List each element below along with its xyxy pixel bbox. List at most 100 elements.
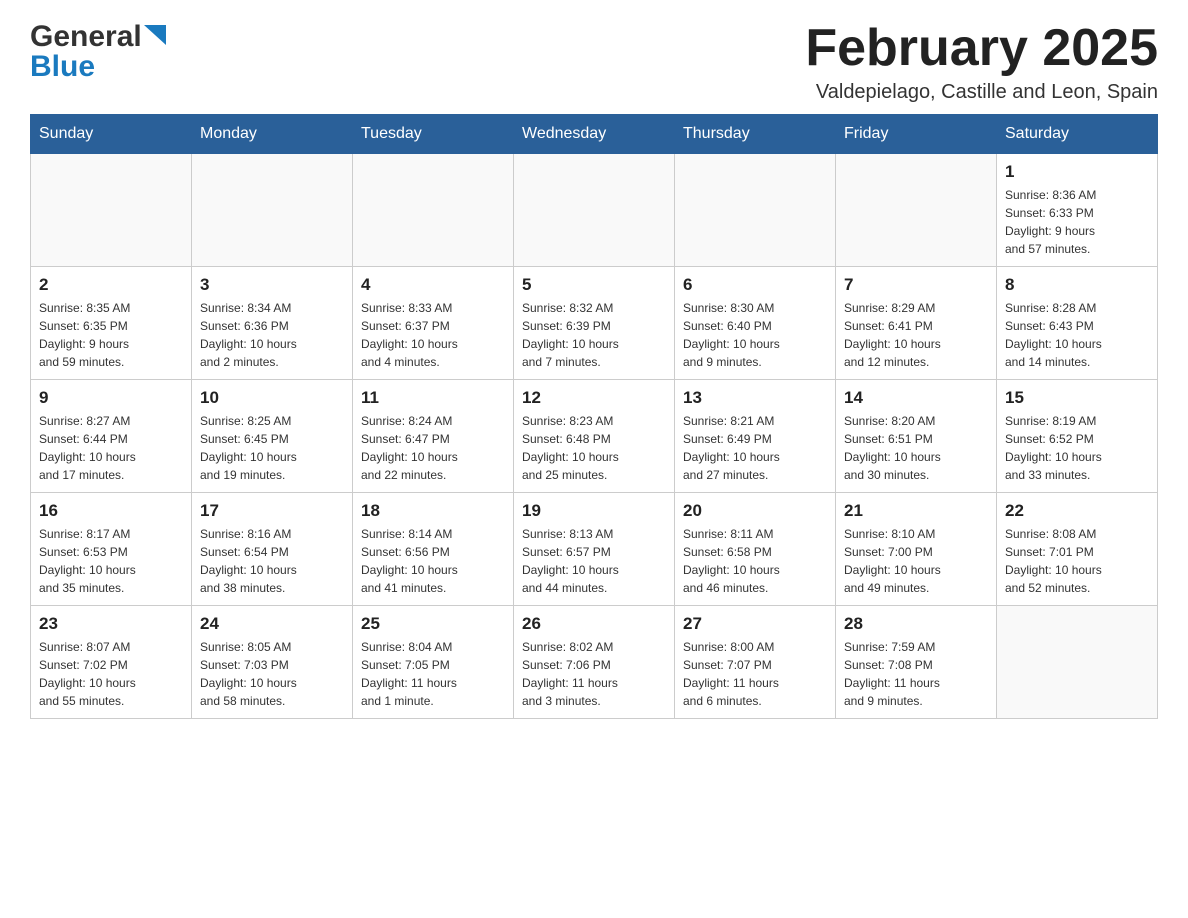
day-number: 12 — [522, 388, 666, 408]
day-info: Sunrise: 8:02 AM Sunset: 7:06 PM Dayligh… — [522, 638, 666, 710]
day-info: Sunrise: 8:24 AM Sunset: 6:47 PM Dayligh… — [361, 412, 505, 484]
day-number: 24 — [200, 614, 344, 634]
day-number: 10 — [200, 388, 344, 408]
calendar-week-row: 16 Sunrise: 8:17 AM Sunset: 6:53 PM Dayli… — [31, 493, 1158, 606]
col-tuesday: Tuesday — [353, 115, 514, 154]
table-row: 19 Sunrise: 8:13 AM Sunset: 6:57 PM Dayli… — [514, 493, 675, 606]
table-row: 8 Sunrise: 8:28 AM Sunset: 6:43 PM Daylig… — [997, 267, 1158, 380]
col-sunday: Sunday — [31, 115, 192, 154]
day-number: 28 — [844, 614, 988, 634]
col-wednesday: Wednesday — [514, 115, 675, 154]
table-row: 16 Sunrise: 8:17 AM Sunset: 6:53 PM Dayli… — [31, 493, 192, 606]
month-title: February 2025 — [805, 20, 1158, 77]
day-number: 18 — [361, 501, 505, 521]
day-number: 4 — [361, 275, 505, 295]
day-info: Sunrise: 8:13 AM Sunset: 6:57 PM Dayligh… — [522, 525, 666, 597]
table-row: 10Sunrise: 8:25 AM Sunset: 6:45 PM Dayli… — [192, 380, 353, 493]
day-info: Sunrise: 8:19 AM Sunset: 6:52 PM Dayligh… — [1005, 412, 1149, 484]
day-number: 9 — [39, 388, 183, 408]
table-row: 12 Sunrise: 8:23 AM Sunset: 6:48 PM Dayli… — [514, 380, 675, 493]
table-row — [353, 154, 514, 267]
title-area: February 2025 Valdepielago, Castille and… — [805, 20, 1158, 104]
table-row: 27Sunrise: 8:00 AM Sunset: 7:07 PM Dayli… — [675, 606, 836, 719]
table-row: 7 Sunrise: 8:29 AM Sunset: 6:41 PM Daylig… — [836, 267, 997, 380]
day-info: Sunrise: 8:33 AM Sunset: 6:37 PM Dayligh… — [361, 299, 505, 371]
calendar-table: Sunday Monday Tuesday Wednesday Thursday… — [30, 114, 1158, 719]
day-number: 17 — [200, 501, 344, 521]
table-row: 28 Sunrise: 7:59 AM Sunset: 7:08 PM Dayli… — [836, 606, 997, 719]
col-monday: Monday — [192, 115, 353, 154]
calendar-week-row: 9 Sunrise: 8:27 AM Sunset: 6:44 PM Daylig… — [31, 380, 1158, 493]
day-number: 22 — [1005, 501, 1149, 521]
day-number: 27 — [683, 614, 827, 634]
table-row: 11 Sunrise: 8:24 AM Sunset: 6:47 PM Dayli… — [353, 380, 514, 493]
table-row: 22 Sunrise: 8:08 AM Sunset: 7:01 PM Dayli… — [997, 493, 1158, 606]
day-number: 2 — [39, 275, 183, 295]
day-number: 20 — [683, 501, 827, 521]
table-row: 4 Sunrise: 8:33 AM Sunset: 6:37 PM Daylig… — [353, 267, 514, 380]
table-row: 2 Sunrise: 8:35 AM Sunset: 6:35 PM Daylig… — [31, 267, 192, 380]
table-row: 1Sunrise: 8:36 AM Sunset: 6:33 PM Daylig… — [997, 154, 1158, 267]
day-info: Sunrise: 8:29 AM Sunset: 6:41 PM Dayligh… — [844, 299, 988, 371]
day-number: 25 — [361, 614, 505, 634]
day-info: Sunrise: 8:05 AM Sunset: 7:03 PM Dayligh… — [200, 638, 344, 710]
day-info: Sunrise: 8:07 AM Sunset: 7:02 PM Dayligh… — [39, 638, 183, 710]
table-row: 6 Sunrise: 8:30 AM Sunset: 6:40 PM Daylig… — [675, 267, 836, 380]
day-number: 19 — [522, 501, 666, 521]
col-saturday: Saturday — [997, 115, 1158, 154]
day-number: 11 — [361, 388, 505, 408]
day-number: 13 — [683, 388, 827, 408]
table-row — [31, 154, 192, 267]
day-info: Sunrise: 8:10 AM Sunset: 7:00 PM Dayligh… — [844, 525, 988, 597]
logo-general-text: General — [30, 20, 142, 54]
day-number: 3 — [200, 275, 344, 295]
day-info: Sunrise: 8:16 AM Sunset: 6:54 PM Dayligh… — [200, 525, 344, 597]
day-number: 15 — [1005, 388, 1149, 408]
day-info: Sunrise: 8:04 AM Sunset: 7:05 PM Dayligh… — [361, 638, 505, 710]
day-info: Sunrise: 8:11 AM Sunset: 6:58 PM Dayligh… — [683, 525, 827, 597]
day-number: 6 — [683, 275, 827, 295]
day-info: Sunrise: 8:32 AM Sunset: 6:39 PM Dayligh… — [522, 299, 666, 371]
day-number: 5 — [522, 275, 666, 295]
day-number: 14 — [844, 388, 988, 408]
table-row: 23 Sunrise: 8:07 AM Sunset: 7:02 PM Dayli… — [31, 606, 192, 719]
table-row: 17 Sunrise: 8:16 AM Sunset: 6:54 PM Dayli… — [192, 493, 353, 606]
table-row: 26Sunrise: 8:02 AM Sunset: 7:06 PM Dayli… — [514, 606, 675, 719]
table-row — [675, 154, 836, 267]
table-row: 3 Sunrise: 8:34 AM Sunset: 6:36 PM Daylig… — [192, 267, 353, 380]
table-row: 25 Sunrise: 8:04 AM Sunset: 7:05 PM Dayli… — [353, 606, 514, 719]
day-info: Sunrise: 8:17 AM Sunset: 6:53 PM Dayligh… — [39, 525, 183, 597]
table-row: 14 Sunrise: 8:20 AM Sunset: 6:51 PM Dayli… — [836, 380, 997, 493]
calendar-week-row: 1Sunrise: 8:36 AM Sunset: 6:33 PM Daylig… — [31, 154, 1158, 267]
logo-blue-text: Blue — [30, 50, 95, 84]
day-info: Sunrise: 8:28 AM Sunset: 6:43 PM Dayligh… — [1005, 299, 1149, 371]
table-row — [192, 154, 353, 267]
table-row: 18Sunrise: 8:14 AM Sunset: 6:56 PM Dayli… — [353, 493, 514, 606]
col-thursday: Thursday — [675, 115, 836, 154]
day-info: Sunrise: 8:35 AM Sunset: 6:35 PM Dayligh… — [39, 299, 183, 371]
table-row: 21Sunrise: 8:10 AM Sunset: 7:00 PM Dayli… — [836, 493, 997, 606]
table-row — [836, 154, 997, 267]
day-info: Sunrise: 7:59 AM Sunset: 7:08 PM Dayligh… — [844, 638, 988, 710]
day-info: Sunrise: 8:21 AM Sunset: 6:49 PM Dayligh… — [683, 412, 827, 484]
day-info: Sunrise: 8:08 AM Sunset: 7:01 PM Dayligh… — [1005, 525, 1149, 597]
day-info: Sunrise: 8:34 AM Sunset: 6:36 PM Dayligh… — [200, 299, 344, 371]
day-info: Sunrise: 8:27 AM Sunset: 6:44 PM Dayligh… — [39, 412, 183, 484]
day-number: 16 — [39, 501, 183, 521]
table-row: 9 Sunrise: 8:27 AM Sunset: 6:44 PM Daylig… — [31, 380, 192, 493]
calendar-header-row: Sunday Monday Tuesday Wednesday Thursday… — [31, 115, 1158, 154]
table-row: 5 Sunrise: 8:32 AM Sunset: 6:39 PM Daylig… — [514, 267, 675, 380]
day-number: 7 — [844, 275, 988, 295]
day-info: Sunrise: 8:20 AM Sunset: 6:51 PM Dayligh… — [844, 412, 988, 484]
table-row: 15 Sunrise: 8:19 AM Sunset: 6:52 PM Dayli… — [997, 380, 1158, 493]
day-info: Sunrise: 8:23 AM Sunset: 6:48 PM Dayligh… — [522, 412, 666, 484]
day-number: 23 — [39, 614, 183, 634]
day-number: 8 — [1005, 275, 1149, 295]
logo-arrow-icon — [144, 25, 166, 45]
page-header: General Blue February 2025 Valdepielago,… — [30, 20, 1158, 104]
table-row — [514, 154, 675, 267]
calendar-week-row: 23 Sunrise: 8:07 AM Sunset: 7:02 PM Dayli… — [31, 606, 1158, 719]
calendar-week-row: 2 Sunrise: 8:35 AM Sunset: 6:35 PM Daylig… — [31, 267, 1158, 380]
day-info: Sunrise: 8:30 AM Sunset: 6:40 PM Dayligh… — [683, 299, 827, 371]
table-row — [997, 606, 1158, 719]
